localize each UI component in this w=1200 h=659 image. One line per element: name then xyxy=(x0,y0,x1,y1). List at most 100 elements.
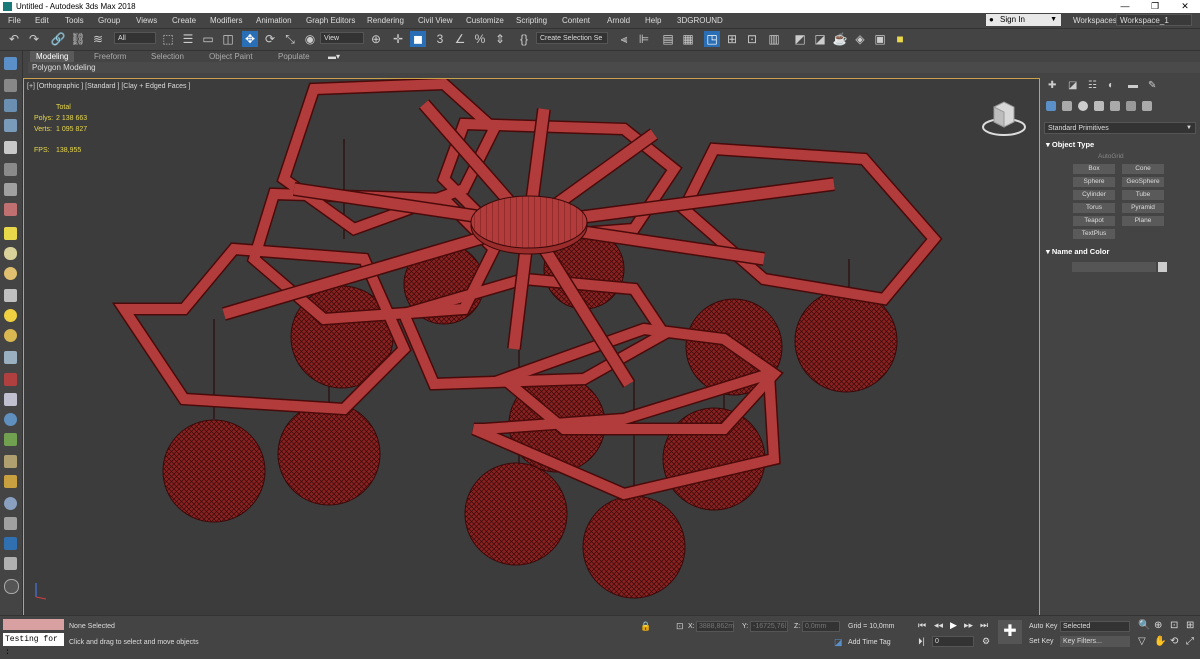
go-to-start-icon[interactable]: ⏮ xyxy=(918,620,926,631)
light-icon[interactable] xyxy=(4,289,17,302)
spacewarps-category-icon[interactable] xyxy=(1126,101,1136,111)
menu-help[interactable]: Help xyxy=(645,16,661,25)
schematic-view-icon[interactable]: ⊞ xyxy=(724,31,740,47)
object-type-rollout-header[interactable]: ▾ Object Type xyxy=(1046,140,1094,149)
cameras-category-icon[interactable] xyxy=(1094,101,1104,111)
particle-icon[interactable] xyxy=(4,433,17,446)
modify-tab-icon[interactable]: ◪ xyxy=(1068,81,1078,91)
link-icon[interactable]: 🔗 xyxy=(50,31,66,47)
sun-icon[interactable] xyxy=(4,309,17,322)
play-icon[interactable]: ▶ xyxy=(950,620,957,631)
select-rotate-icon[interactable]: ⟳ xyxy=(262,31,278,47)
helpers-category-icon[interactable] xyxy=(1110,101,1120,111)
select-manipulate-icon[interactable]: ✛ xyxy=(390,31,406,47)
tab-object-paint[interactable]: Object Paint xyxy=(203,51,259,62)
menu-animation[interactable]: Animation xyxy=(256,16,292,25)
set-key-button[interactable]: Set Key xyxy=(1029,638,1054,645)
maxscript-listener[interactable] xyxy=(3,619,64,630)
material-icon[interactable] xyxy=(4,497,17,510)
select-object-icon[interactable]: ⬚ xyxy=(160,31,176,47)
display-tab-icon[interactable]: ▬ xyxy=(1128,81,1138,91)
current-frame-field[interactable]: 0 xyxy=(932,636,974,647)
shapes-category-icon[interactable] xyxy=(1062,101,1072,111)
add-time-tag[interactable]: Add Time Tag xyxy=(848,639,891,646)
geometry-category-icon[interactable] xyxy=(1046,101,1056,111)
window-crossing-icon[interactable]: ◫ xyxy=(220,31,236,47)
geometry-icon[interactable] xyxy=(4,227,17,240)
create-tab-icon[interactable]: ✚ xyxy=(1048,81,1058,91)
a360-gallery-icon[interactable]: ■ xyxy=(892,31,908,47)
layer-icon[interactable] xyxy=(4,119,17,132)
bone-icon[interactable] xyxy=(4,373,17,386)
help-icon[interactable] xyxy=(4,579,19,594)
hierarchy-tab-icon[interactable]: ☷ xyxy=(1088,81,1098,91)
keyboard-shortcut-toggle-icon[interactable]: ◼ xyxy=(410,31,426,47)
pivot-center-icon[interactable]: ⊕ xyxy=(368,31,384,47)
hide-icon[interactable] xyxy=(4,203,17,216)
spinner-snap-icon[interactable]: ⇕ xyxy=(492,31,508,47)
sphere-button[interactable]: Sphere xyxy=(1073,177,1115,187)
snaps-toggle-icon[interactable]: 3 xyxy=(432,31,448,47)
align-icon[interactable]: ⊫ xyxy=(636,31,652,47)
toggle-ribbon-icon[interactable]: ▦ xyxy=(680,31,696,47)
tab-populate[interactable]: Populate xyxy=(272,51,316,62)
frozen-icon[interactable] xyxy=(4,517,17,530)
redo-icon[interactable]: ↷ xyxy=(26,31,42,47)
menu-create[interactable]: Create xyxy=(172,16,196,25)
select-move-icon[interactable]: ✥ xyxy=(242,31,258,47)
camera-icon[interactable] xyxy=(4,393,17,406)
menu-customize[interactable]: Customize xyxy=(466,16,504,25)
lights-category-icon[interactable] xyxy=(1078,101,1088,111)
freeze-icon[interactable] xyxy=(4,183,17,196)
maximize-button[interactable]: ❐ xyxy=(1140,0,1170,13)
x-coord-field[interactable]: 3888,862m xyxy=(696,621,734,632)
sign-in-dropdown[interactable]: Sign In ▼ ● xyxy=(986,14,1061,26)
render-in-cloud-icon[interactable]: ▣ xyxy=(872,31,888,47)
select-by-name-icon[interactable]: ☰ xyxy=(180,31,196,47)
reference-coord-dropdown[interactable]: View xyxy=(320,32,364,44)
primitive-type-dropdown[interactable]: Standard Primitives ▼ xyxy=(1044,122,1196,134)
cylinder-button[interactable]: Cylinder xyxy=(1073,190,1115,200)
pan-icon[interactable]: ✋ xyxy=(1154,636,1166,647)
render-frame-icon[interactable]: ◩ xyxy=(792,31,808,47)
sphere-icon[interactable] xyxy=(4,267,17,280)
key-mode-icon[interactable]: ⏵| xyxy=(918,636,925,647)
render-setup-icon[interactable]: ▥ xyxy=(766,31,782,47)
zoom-icon[interactable]: 🔍 xyxy=(1138,620,1150,631)
menu-graph-editors[interactable]: Graph Editors xyxy=(306,16,355,25)
auto-key-button[interactable]: Auto Key xyxy=(1029,623,1057,630)
container-icon[interactable] xyxy=(4,163,17,176)
z-coord-field[interactable]: 0,0mm xyxy=(802,621,840,632)
cone-button[interactable]: Cone xyxy=(1122,164,1164,174)
autogrid-checkbox[interactable]: AutoGrid xyxy=(1098,153,1124,160)
tube-button[interactable]: Tube xyxy=(1122,190,1164,200)
workspace-dropdown[interactable]: Workspace_1 xyxy=(1116,14,1192,26)
y-coord-field[interactable]: -16725,76l xyxy=(750,621,788,632)
menu-edit[interactable]: Edit xyxy=(35,16,49,25)
absolute-mode-icon[interactable]: ⊡ xyxy=(676,621,684,632)
go-to-end-icon[interactable]: ⏭ xyxy=(980,620,988,631)
close-button[interactable]: ✕ xyxy=(1170,0,1200,13)
pyramid-button[interactable]: Pyramid xyxy=(1122,203,1164,213)
time-config-icon[interactable]: ⚙ xyxy=(982,636,990,647)
next-frame-icon[interactable]: ▸▸ xyxy=(964,620,973,631)
time-tag-icon[interactable]: ◪ xyxy=(834,637,843,648)
selection-filter-dropdown[interactable]: All xyxy=(114,32,156,44)
helper-icon[interactable] xyxy=(4,329,17,342)
zoom-all-icon[interactable]: ⊕ xyxy=(1154,620,1162,631)
textplus-button[interactable]: TextPlus xyxy=(1073,229,1115,239)
set-key-big-icon[interactable]: ✚ xyxy=(998,620,1022,644)
percent-snap-icon[interactable]: % xyxy=(472,31,488,47)
viewport-perspective[interactable]: [+] [Orthographic ] [Standard ] [Clay + … xyxy=(23,78,1040,616)
menu-3dground[interactable]: 3DGROUND xyxy=(677,16,723,25)
systems-category-icon[interactable] xyxy=(1142,101,1152,111)
tab-freeform[interactable]: Freeform xyxy=(88,51,132,62)
menu-group[interactable]: Group xyxy=(98,16,120,25)
utilities-tab-icon[interactable]: ✎ xyxy=(1148,81,1158,91)
menu-content[interactable]: Content xyxy=(562,16,590,25)
menu-arnold[interactable]: Arnold xyxy=(607,16,630,25)
unlink-icon[interactable]: ⛓ xyxy=(70,31,86,47)
zoom-extents-all-icon[interactable]: ⊞ xyxy=(1186,620,1194,631)
globe-icon[interactable] xyxy=(4,413,17,426)
plane-button[interactable]: Plane xyxy=(1122,216,1164,226)
